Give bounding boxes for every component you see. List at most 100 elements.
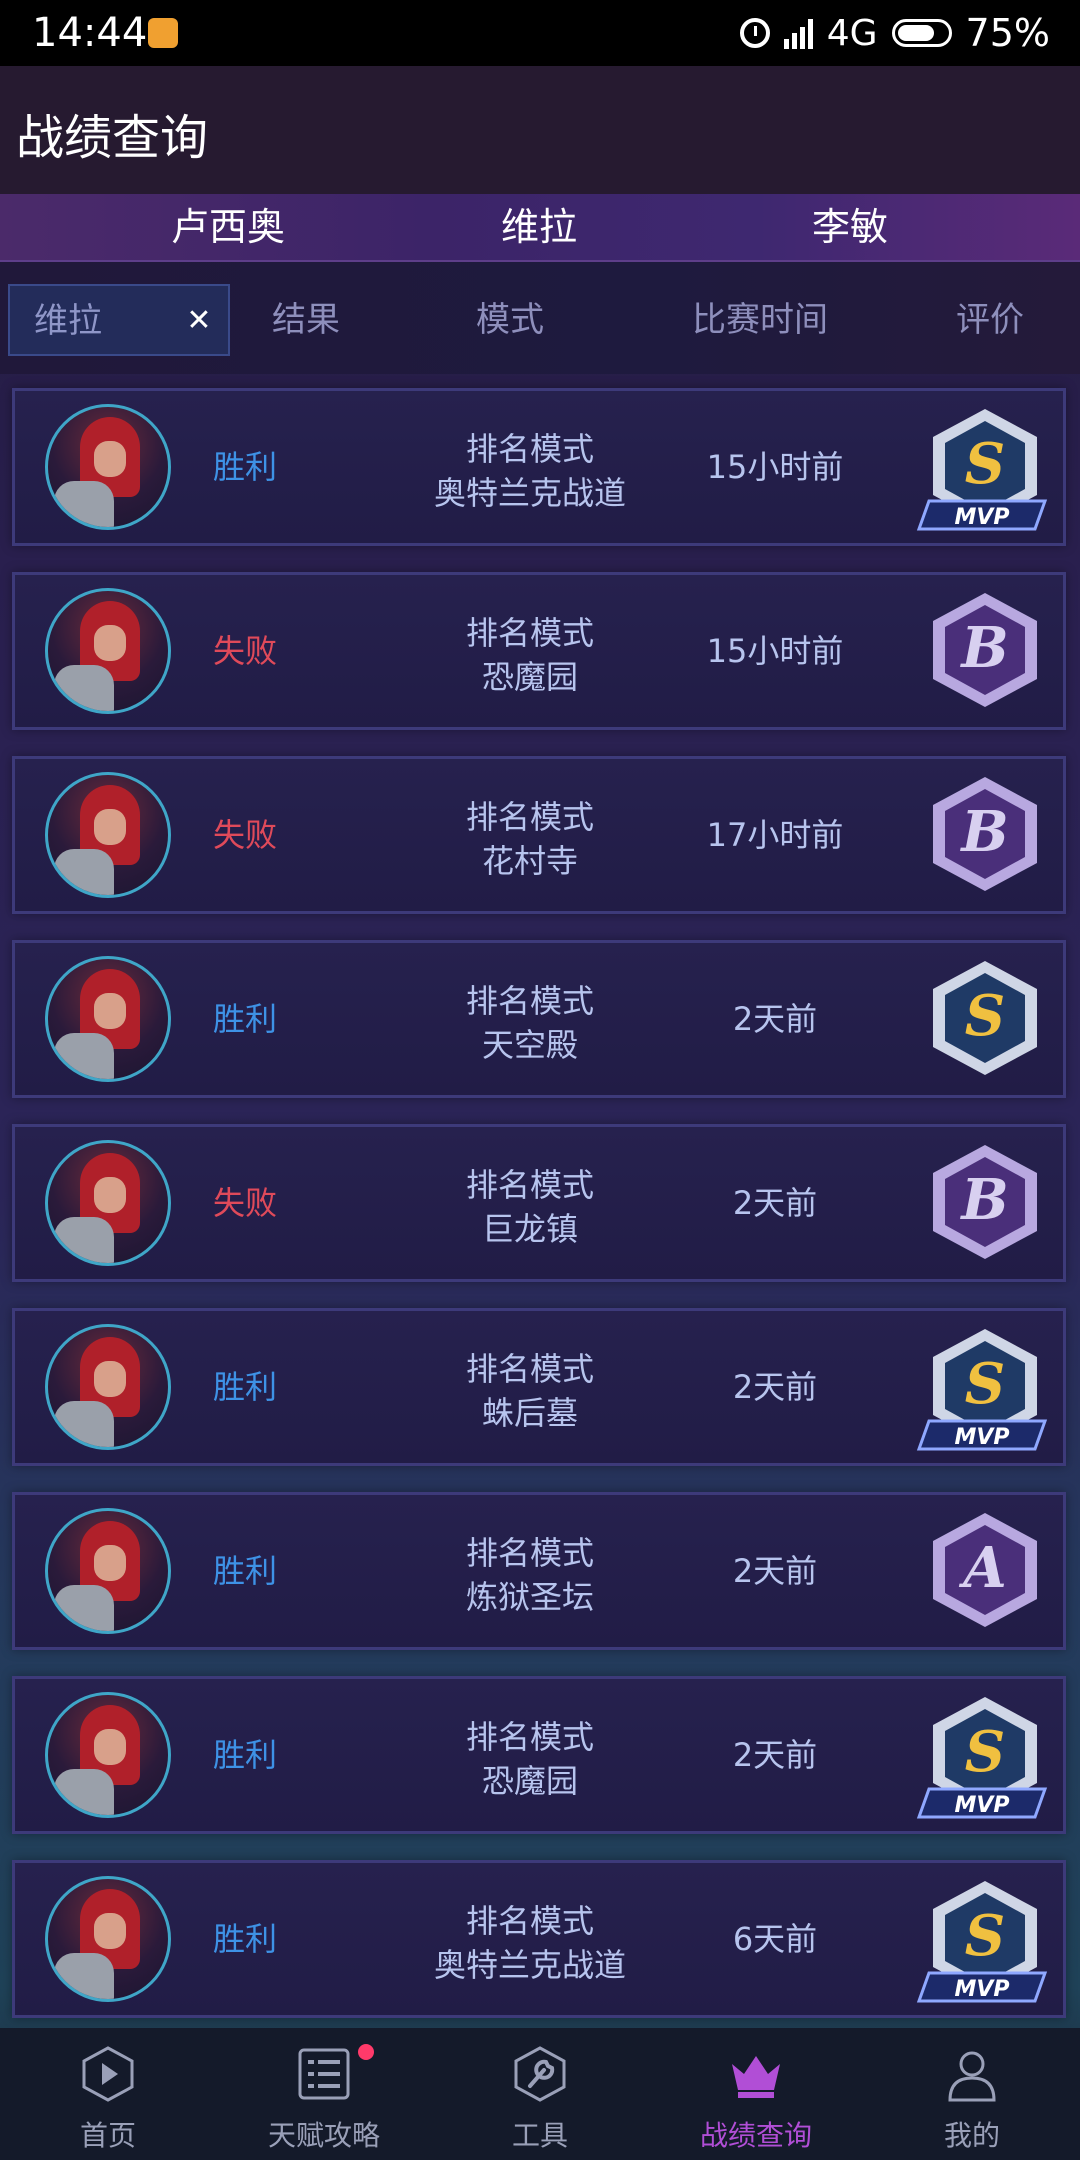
match-mode: 排名模式 (465, 614, 594, 652)
match-time: 17小时前 (706, 816, 844, 854)
match-time: 15小时前 (706, 632, 844, 670)
match-map: 巨龙镇 (481, 1210, 578, 1248)
nav-label: 我的 (943, 2119, 1000, 2152)
match-result: 失败 (212, 1184, 277, 1222)
hero-filter-value: 维拉 (34, 301, 102, 341)
rating-badge: S MVP (916, 1329, 1048, 1451)
nav-item-tools[interactable]: 工具 (432, 2028, 648, 2160)
column-header-match-time[interactable]: 比赛时间 (660, 284, 860, 356)
match-result: 胜利 (212, 1552, 277, 1590)
battery-percent: 75% (965, 11, 1050, 55)
rating-badge: B (933, 593, 1037, 707)
match-row[interactable]: 胜利 排名模式 炼狱圣坛 2天前 A (12, 1492, 1066, 1650)
match-result: 失败 (212, 632, 277, 670)
user-icon (948, 2051, 996, 2102)
rating-badge: A (933, 1513, 1037, 1627)
hero-avatar (45, 1140, 171, 1266)
play-icon (82, 2046, 134, 2102)
match-mode-block: 排名模式 花村寺 (385, 795, 675, 883)
match-mode-block: 排名模式 天空殿 (385, 979, 675, 1067)
hero-filter-select[interactable]: 维拉 ✕ (8, 284, 230, 356)
match-mode: 排名模式 (465, 1350, 594, 1388)
tab-hero-li-ming[interactable]: 李敏 (700, 194, 1000, 260)
app-header: 战绩查询 (0, 66, 1080, 194)
mvp-label: MVP (954, 1425, 1009, 1450)
match-map: 蛛后墓 (481, 1394, 578, 1432)
nav-item-match-history[interactable]: 战绩查询 (648, 2028, 864, 2160)
match-map: 天空殿 (481, 1026, 578, 1064)
nav-label: 天赋攻略 (267, 2119, 380, 2152)
hero-tabs: 卢西奥 维拉 李敏 (0, 194, 1080, 262)
match-result: 失败 (212, 816, 277, 854)
nav-item-talent-guide[interactable]: 天赋攻略 (216, 2028, 432, 2160)
signal-icon (783, 17, 813, 49)
nav-label: 战绩查询 (699, 2119, 812, 2152)
match-mode: 排名模式 (465, 1902, 594, 1940)
close-icon[interactable]: ✕ (184, 306, 214, 336)
network-type: 4G (826, 12, 878, 54)
match-map: 恐魔园 (481, 658, 578, 696)
match-result: 胜利 (212, 1736, 277, 1774)
rating-grade: S (965, 983, 1005, 1049)
match-row[interactable]: 失败 排名模式恐魔园 15小时前 B (12, 572, 1066, 730)
rating-grade: B (959, 615, 1008, 681)
match-mode-block: 排名模式 恐魔园 (385, 1715, 675, 1803)
rating-badge: S MVP (916, 409, 1048, 531)
filter-row: 维拉 ✕ 结果 模式 比赛时间 评价 (0, 262, 1080, 374)
hero-avatar (45, 956, 171, 1082)
column-header-result[interactable]: 结果 (236, 284, 376, 356)
match-mode: 排名模式 (465, 798, 594, 836)
hero-avatar (45, 1876, 171, 2002)
mvp-label: MVP (954, 1977, 1009, 2002)
match-time: 15小时前 (706, 448, 844, 486)
tab-hero-valla[interactable]: 维拉 (389, 194, 689, 260)
match-mode: 排名模式 (465, 1534, 594, 1572)
rating-grade: S (965, 431, 1005, 497)
match-row[interactable]: 失败 排名模式 花村寺 17小时前 B (12, 756, 1066, 914)
column-header-rating[interactable]: 评价 (920, 284, 1060, 356)
match-mode-block: 排名模式奥特兰克战道 (385, 427, 675, 515)
match-mode: 排名模式 (465, 430, 594, 468)
status-time: 14:44 (32, 10, 148, 56)
bottom-nav: 首页 天赋攻略 工具 战绩查询 我的 (0, 2028, 1080, 2160)
tab-hero-lucio[interactable]: 卢西奥 (78, 194, 378, 260)
nav-item-profile[interactable]: 我的 (864, 2028, 1080, 2160)
match-time: 2天前 (732, 1184, 818, 1222)
match-time: 2天前 (732, 1736, 818, 1774)
match-time: 2天前 (732, 1000, 818, 1038)
hero-avatar (45, 1508, 171, 1634)
match-row[interactable]: 胜利 排名模式 恐魔园 2天前 S MVP (12, 1676, 1066, 1834)
hero-avatar (45, 588, 171, 714)
status-right: 4G 75% (739, 8, 1050, 58)
match-mode-block: 排名模式 炼狱圣坛 (385, 1531, 675, 1619)
match-row[interactable]: 失败 排名模式 巨龙镇 2天前 B (12, 1124, 1066, 1282)
page-title: 战绩查询 (16, 110, 209, 166)
match-row[interactable]: 胜利 排名模式 奥特兰克战道 6天前 S MVP (12, 1860, 1066, 2018)
match-mode-block: 排名模式 奥特兰克战道 (385, 1899, 675, 1987)
rating-grade: B (959, 1167, 1008, 1233)
rating-grade: A (958, 1535, 1006, 1601)
rating-grade: S (965, 1903, 1005, 1969)
column-header-mode[interactable]: 模式 (440, 284, 580, 356)
match-result: 胜利 (212, 1000, 277, 1038)
nav-item-home[interactable]: 首页 (0, 2028, 216, 2160)
app-screen: 14:44 4G 75% 战绩查询 卢西奥 维拉 李敏 维拉 ✕ 结果 模式 比… (0, 0, 1080, 2160)
mvp-label: MVP (954, 505, 1009, 530)
match-time: 2天前 (732, 1368, 818, 1406)
battery-icon (891, 19, 952, 47)
rating-badge: B (933, 777, 1037, 891)
match-row[interactable]: 胜利 排名模式 天空殿 2天前 S (12, 940, 1066, 1098)
match-mode-block: 排名模式 恐魔园 (385, 611, 675, 699)
rating-badge: B (933, 1145, 1037, 1259)
alarm-icon (739, 18, 770, 48)
match-map: 恐魔园 (481, 1762, 578, 1800)
match-row[interactable]: 胜利 排名模式 蛛后墓 2天前 S MVP (12, 1308, 1066, 1466)
notification-dot (358, 2044, 374, 2060)
status-bar: 14:44 4G 75% (0, 0, 1080, 66)
crown-icon (732, 2056, 780, 2098)
hero-avatar (45, 1324, 171, 1450)
match-map: 奥特兰克战道 (433, 474, 626, 512)
match-row[interactable]: 胜利 排名模式 奥特兰克战道 15小时前 S MVP (12, 388, 1066, 546)
list-icon (298, 2048, 350, 2100)
rating-badge: S (933, 961, 1037, 1075)
